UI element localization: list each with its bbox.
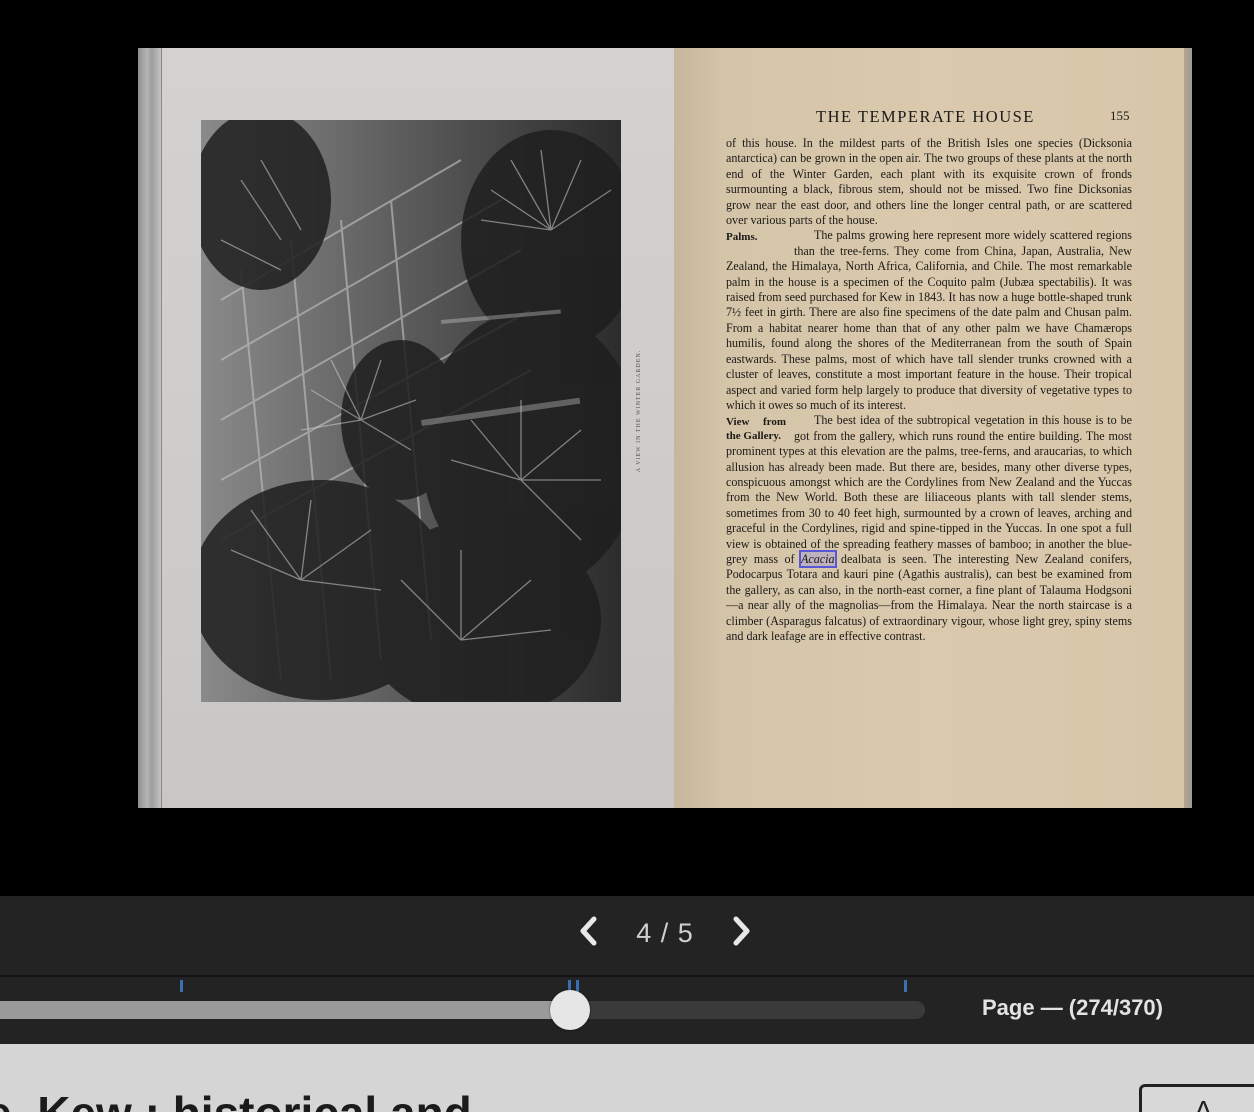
paragraph-2-text: The palms growing here represent more wi… bbox=[726, 228, 1132, 412]
page-number: 155 bbox=[1110, 108, 1130, 123]
viewer-controls: 4 / 5 Page — (274/370) bbox=[0, 896, 1254, 1044]
font-size-button[interactable]: A bbox=[1139, 1084, 1254, 1112]
right-page[interactable]: THE TEMPERATE HOUSE 155 of this house. I… bbox=[674, 48, 1184, 808]
slider-fill bbox=[0, 1001, 570, 1019]
book-title: ne, Kew : historical and bbox=[0, 1086, 472, 1112]
paragraph-3: View from the Gallery. The best idea of t… bbox=[726, 413, 1132, 644]
paragraph-3-text-a: The best idea of the subtropical vegetat… bbox=[726, 413, 1132, 566]
paragraph-2: Palms. The palms growing here represent m… bbox=[726, 228, 1132, 413]
page-info: Page — (274/370) bbox=[982, 995, 1163, 1020]
sidenote-palms: Palms. bbox=[726, 231, 758, 244]
winter-garden-photo bbox=[201, 120, 621, 702]
search-marker[interactable] bbox=[179, 980, 183, 992]
plate-caption: A VIEW IN THE WINTER GARDEN. bbox=[633, 338, 645, 488]
chevron-left-icon bbox=[580, 916, 597, 946]
page-text: of this house. In the mildest parts of t… bbox=[726, 136, 1132, 644]
next-result-button[interactable] bbox=[724, 916, 756, 946]
result-counter: 4 / 5 bbox=[636, 918, 694, 948]
nav-row: 4 / 5 bbox=[0, 896, 1254, 976]
chevron-right-icon bbox=[733, 916, 750, 946]
prev-result-button[interactable] bbox=[574, 916, 606, 946]
slider-thumb[interactable] bbox=[549, 990, 590, 1030]
search-highlight[interactable]: Acacia bbox=[798, 549, 837, 568]
search-marker[interactable] bbox=[904, 980, 908, 992]
book-edge-left bbox=[138, 48, 162, 808]
plate-caption-text: A VIEW IN THE WINTER GARDEN. bbox=[636, 349, 642, 473]
divider bbox=[0, 975, 1254, 977]
book-spread: A VIEW IN THE WINTER GARDEN. THE TEMPERA… bbox=[138, 48, 1192, 808]
page-slider[interactable] bbox=[0, 990, 925, 1030]
running-head: THE TEMPERATE HOUSE bbox=[816, 107, 1035, 126]
sidenote-gallery: View from the Gallery. bbox=[726, 416, 786, 443]
paragraph-1: of this house. In the mildest parts of t… bbox=[726, 136, 1132, 228]
book-edge-right bbox=[1184, 48, 1192, 808]
font-size-label: A bbox=[1194, 1095, 1213, 1112]
book-viewer: A VIEW IN THE WINTER GARDEN. THE TEMPERA… bbox=[0, 0, 1254, 896]
book-info-panel: ne, Kew : historical and A bbox=[0, 1044, 1254, 1112]
left-page[interactable]: A VIEW IN THE WINTER GARDEN. bbox=[162, 48, 674, 808]
